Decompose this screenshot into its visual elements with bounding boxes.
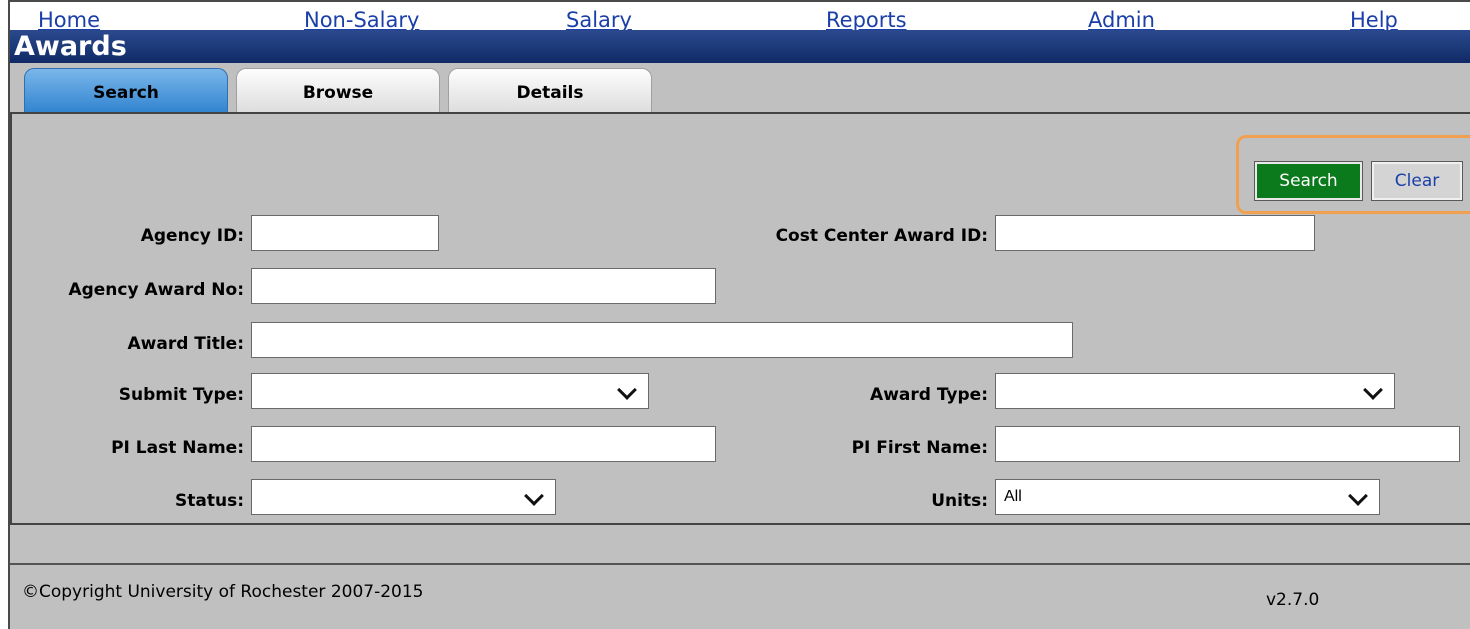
nav-non-salary-link[interactable]: Non-Salary — [304, 8, 419, 32]
page-title-bar: Awards — [10, 30, 1470, 63]
award-type-label: Award Type: — [870, 385, 988, 405]
cost-center-award-id-label: Cost Center Award ID: — [775, 226, 988, 246]
nav-home-link[interactable]: Home — [38, 8, 100, 32]
units-label: Units: — [931, 491, 988, 511]
chevron-down-icon — [524, 486, 544, 506]
tab-search[interactable]: Search — [24, 68, 228, 114]
search-button[interactable]: Search — [1254, 161, 1363, 201]
copyright-text: ©Copyright University of Rochester 2007-… — [22, 582, 424, 602]
pi-last-name-label: PI Last Name: — [111, 438, 244, 458]
cost-center-award-id-field[interactable] — [995, 215, 1315, 251]
version-text: v2.7.0 — [1266, 590, 1320, 610]
page-title: Awards — [14, 31, 127, 62]
nav-help-link[interactable]: Help — [1350, 8, 1398, 32]
tab-browse[interactable]: Browse — [236, 68, 440, 114]
submit-type-label: Submit Type: — [118, 385, 244, 405]
nav-reports-link[interactable]: Reports — [826, 8, 907, 32]
agency-award-no-label: Agency Award No: — [68, 280, 244, 300]
submit-type-select[interactable] — [251, 373, 649, 409]
units-value: All — [1004, 488, 1022, 505]
award-title-field[interactable] — [251, 322, 1073, 358]
pi-last-name-field[interactable] — [251, 426, 716, 462]
tab-details[interactable]: Details — [448, 68, 652, 114]
nav-admin-link[interactable]: Admin — [1088, 8, 1155, 32]
pi-first-name-label: PI First Name: — [851, 438, 988, 458]
pi-first-name-field[interactable] — [995, 426, 1460, 462]
chevron-down-icon — [617, 380, 637, 400]
agency-award-no-field[interactable] — [251, 268, 716, 304]
chevron-down-icon — [1348, 486, 1368, 506]
agency-id-label: Agency ID: — [140, 226, 244, 246]
status-select[interactable] — [251, 479, 556, 515]
nav-salary-link[interactable]: Salary — [566, 8, 632, 32]
units-select[interactable]: All — [995, 479, 1380, 515]
agency-id-field[interactable] — [251, 215, 439, 251]
footer-divider — [10, 563, 1470, 565]
chevron-down-icon — [1363, 380, 1383, 400]
top-navigation: Home Non-Salary Salary Reports Admin Hel… — [10, 2, 1470, 32]
status-label: Status: — [175, 491, 244, 511]
award-title-label: Award Title: — [127, 334, 244, 354]
award-type-select[interactable] — [995, 373, 1395, 409]
clear-button[interactable]: Clear — [1371, 161, 1463, 201]
